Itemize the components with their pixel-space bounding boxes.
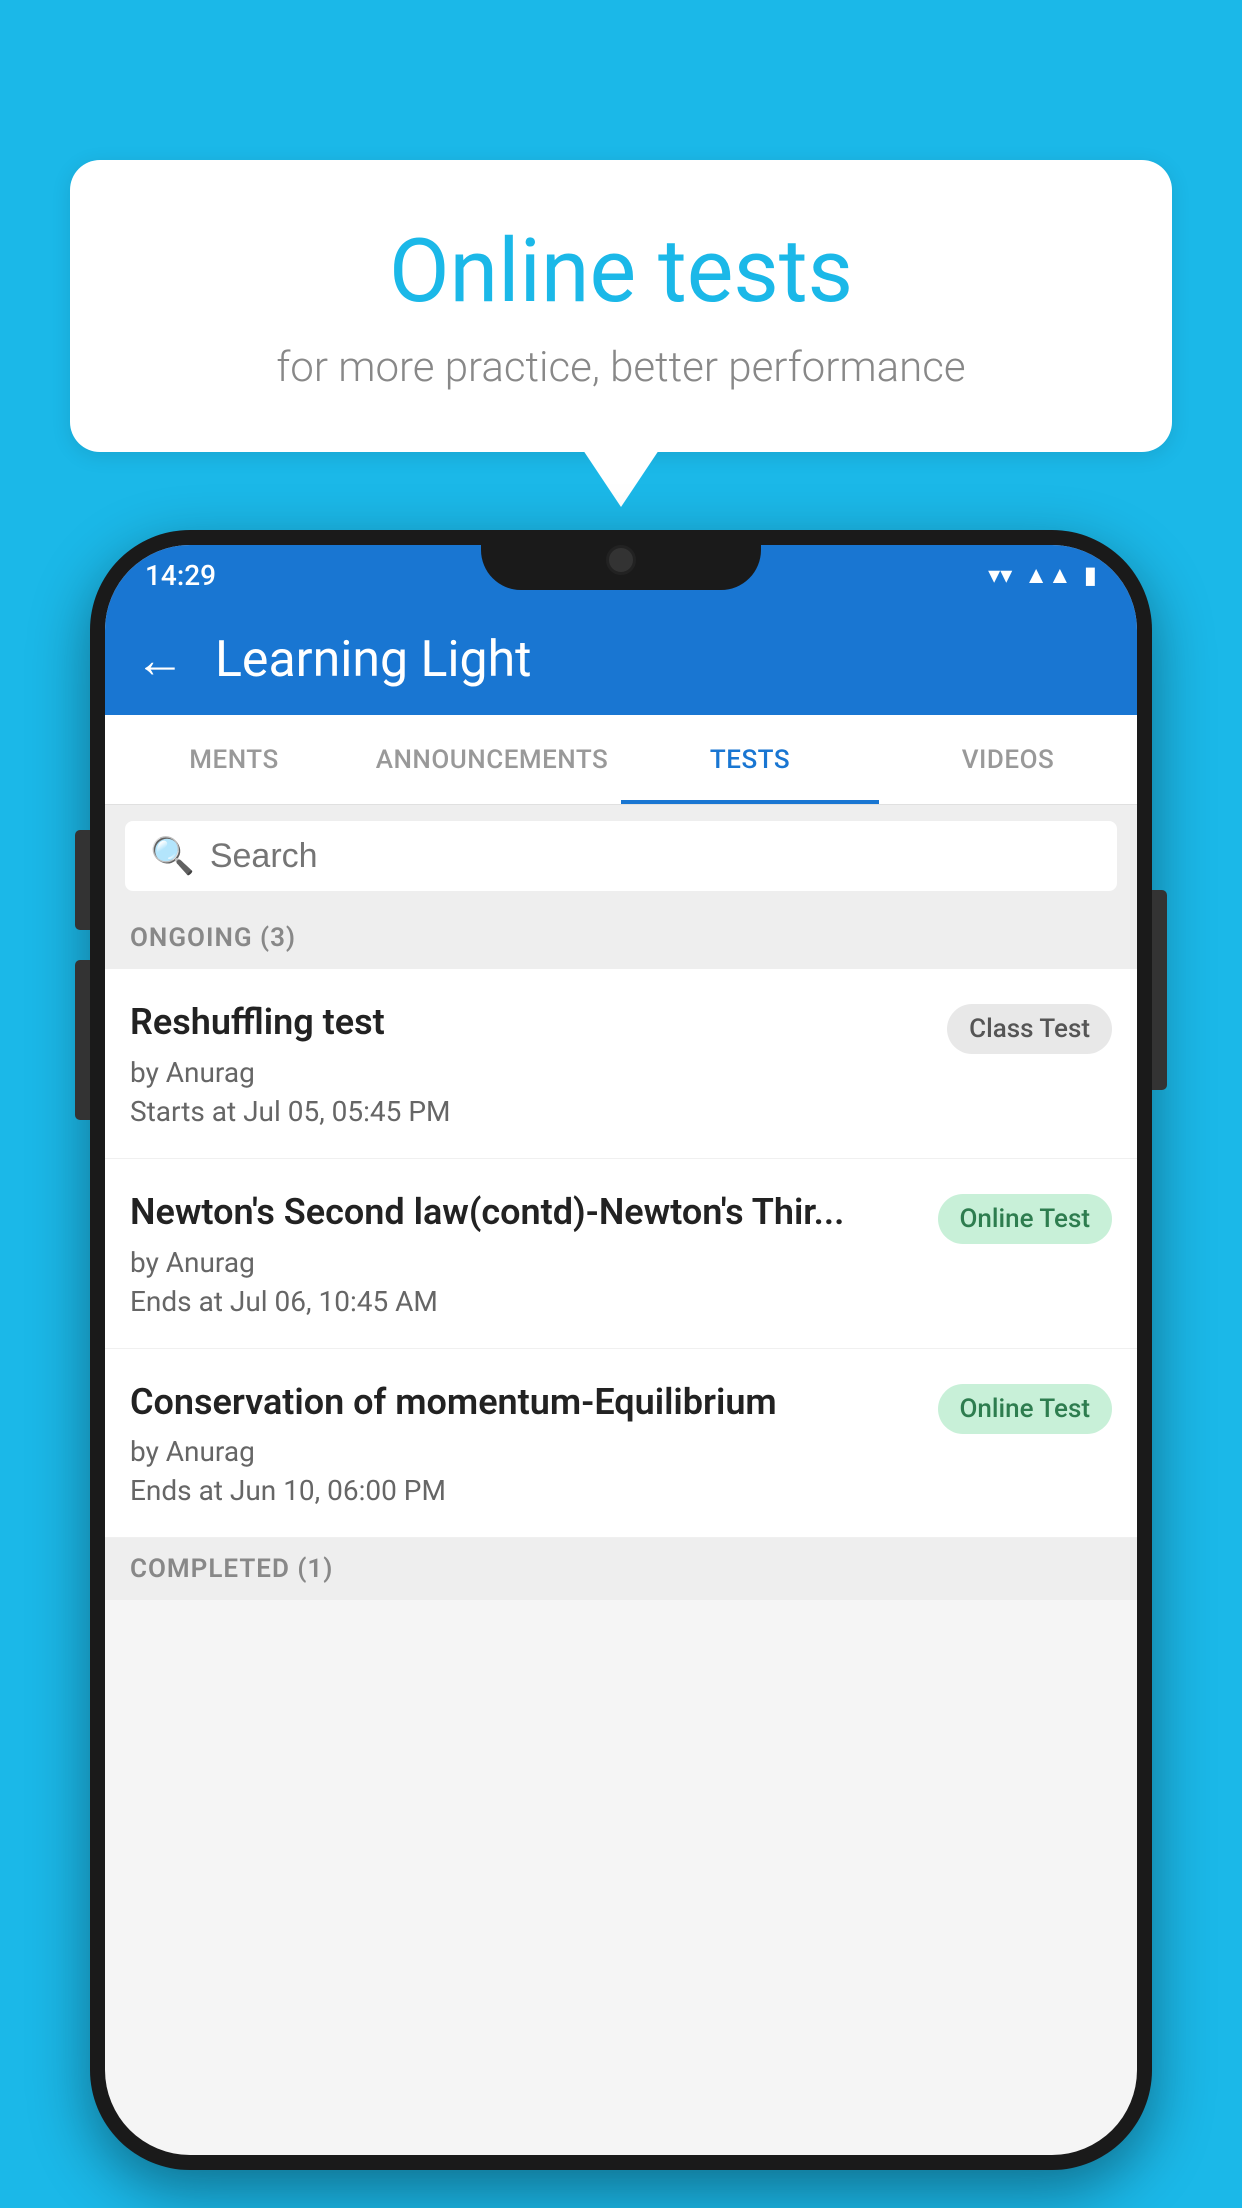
phone-frame: 14:29 ▾▾ ▲▲ ▮ ← Learning Light MENTS ANN… bbox=[90, 530, 1152, 2170]
completed-section-header: COMPLETED (1) bbox=[105, 1538, 1137, 1600]
test-date-conservation: Ends at Jun 10, 06:00 PM bbox=[130, 1474, 918, 1507]
app-title: Learning Light bbox=[215, 631, 532, 689]
speech-bubble: Online tests for more practice, better p… bbox=[70, 160, 1172, 452]
phone-container: 14:29 ▾▾ ▲▲ ▮ ← Learning Light MENTS ANN… bbox=[90, 530, 1152, 2208]
signal-icon: ▲▲ bbox=[1024, 561, 1072, 590]
test-author-reshuffling: by Anurag bbox=[130, 1056, 927, 1089]
volume-down-button bbox=[75, 960, 90, 1120]
status-time: 14:29 bbox=[145, 559, 216, 592]
test-item-newtons[interactable]: Newton's Second law(contd)-Newton's Thir… bbox=[105, 1159, 1137, 1349]
test-name-conservation: Conservation of momentum-Equilibrium bbox=[130, 1379, 918, 1426]
back-button[interactable]: ← bbox=[135, 631, 185, 690]
test-badge-reshuffling: Class Test bbox=[947, 1004, 1112, 1054]
test-name-reshuffling: Reshuffling test bbox=[130, 999, 927, 1046]
test-date-newtons: Ends at Jul 06, 10:45 AM bbox=[130, 1285, 918, 1318]
test-info-newtons: Newton's Second law(contd)-Newton's Thir… bbox=[130, 1189, 918, 1318]
status-icons: ▾▾ ▲▲ ▮ bbox=[988, 561, 1097, 590]
search-container: 🔍 bbox=[105, 805, 1137, 907]
phone-notch bbox=[481, 530, 761, 590]
test-date-reshuffling: Starts at Jul 05, 05:45 PM bbox=[130, 1095, 927, 1128]
volume-up-button bbox=[75, 830, 90, 930]
battery-icon: ▮ bbox=[1084, 561, 1097, 589]
tab-tests[interactable]: TESTS bbox=[621, 715, 879, 804]
test-badge-newtons: Online Test bbox=[938, 1194, 1113, 1244]
test-list: Reshuffling test by Anurag Starts at Jul… bbox=[105, 969, 1137, 1538]
test-badge-conservation: Online Test bbox=[938, 1384, 1113, 1434]
app-bar: ← Learning Light bbox=[105, 605, 1137, 715]
test-name-newtons: Newton's Second law(contd)-Newton's Thir… bbox=[130, 1189, 918, 1236]
test-info-reshuffling: Reshuffling test by Anurag Starts at Jul… bbox=[130, 999, 927, 1128]
search-input[interactable] bbox=[210, 837, 1092, 876]
tab-ments[interactable]: MENTS bbox=[105, 715, 363, 804]
ongoing-section-header: ONGOING (3) bbox=[105, 907, 1137, 969]
test-author-newtons: by Anurag bbox=[130, 1246, 918, 1279]
power-button bbox=[1152, 890, 1167, 1090]
search-box: 🔍 bbox=[125, 821, 1117, 891]
test-author-conservation: by Anurag bbox=[130, 1435, 918, 1468]
test-item-reshuffling[interactable]: Reshuffling test by Anurag Starts at Jul… bbox=[105, 969, 1137, 1159]
tab-announcements[interactable]: ANNOUNCEMENTS bbox=[363, 715, 621, 804]
wifi-icon: ▾▾ bbox=[988, 561, 1012, 589]
bubble-title: Online tests bbox=[140, 220, 1102, 323]
test-item-conservation[interactable]: Conservation of momentum-Equilibrium by … bbox=[105, 1349, 1137, 1539]
phone-screen: 14:29 ▾▾ ▲▲ ▮ ← Learning Light MENTS ANN… bbox=[105, 545, 1137, 2155]
tab-videos[interactable]: VIDEOS bbox=[879, 715, 1137, 804]
bubble-subtitle: for more practice, better performance bbox=[140, 343, 1102, 392]
front-camera bbox=[606, 545, 636, 575]
tab-bar: MENTS ANNOUNCEMENTS TESTS VIDEOS bbox=[105, 715, 1137, 805]
test-info-conservation: Conservation of momentum-Equilibrium by … bbox=[130, 1379, 918, 1508]
search-icon: 🔍 bbox=[150, 835, 195, 877]
